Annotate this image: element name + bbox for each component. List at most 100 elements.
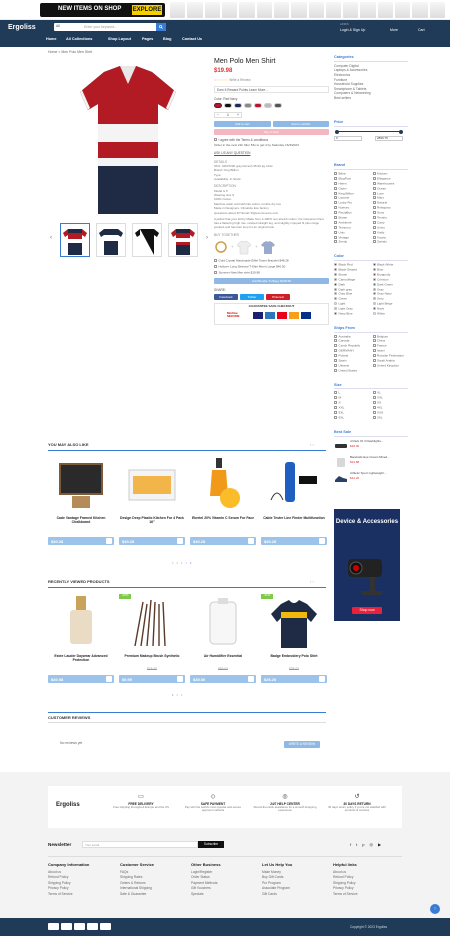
add-to-wishlist-button[interactable]: Add to wishlist [272, 120, 329, 127]
cart-icon[interactable] [106, 538, 112, 544]
share-facebook-button[interactable]: Facebook [214, 293, 238, 300]
swatch-light-gray[interactable] [264, 102, 272, 108]
product-main-image[interactable] [68, 62, 188, 218]
terms-checkbox[interactable] [214, 138, 217, 142]
category-link[interactable]: Best sellers [334, 96, 408, 101]
product-card[interactable]: -31% Badge Embroidery Polo Shirt $38.00 … [261, 593, 327, 690]
explore-button[interactable]: EXPLORE [132, 5, 162, 15]
buy-now-button[interactable]: Buy it Now [214, 128, 329, 135]
price-slider-max-handle[interactable] [399, 129, 403, 134]
product-card[interactable]: Cade Vantage Framed Kitchen Chalkboard $… [48, 456, 114, 552]
cart-button[interactable]: Cart [418, 28, 425, 32]
product-card[interactable]: Ekertel 20% Vitamin C Serum For Face $40… [190, 456, 256, 552]
brand-option[interactable]: Zeedy [334, 240, 370, 245]
share-twitter-button[interactable]: Twitter [240, 293, 264, 300]
search-input[interactable]: Enter your keyword... [84, 25, 117, 29]
twitter-icon[interactable]: t [356, 842, 357, 847]
price-to-input[interactable]: 2899.75 [375, 136, 403, 142]
product-card[interactable]: Air Humidifier Essential $59.00 $35.00 [190, 594, 256, 690]
qty-value[interactable]: 1 [227, 113, 229, 117]
carousel-arrows[interactable]: ‹ › [310, 579, 314, 584]
cart-icon[interactable] [177, 538, 183, 544]
cart-icon[interactable] [248, 676, 254, 682]
back-to-top-button[interactable]: ↑ [430, 904, 440, 914]
add-bundle-button[interactable]: Add Bundle To Bag | $108.66 [214, 278, 329, 285]
price-slider-min-handle[interactable] [335, 129, 339, 134]
ships-from-option[interactable]: United Kingdom [372, 363, 409, 369]
share-pinterest-button[interactable]: Pinterest [266, 293, 290, 300]
bundle-tshirt-image[interactable] [236, 239, 252, 255]
quantity-stepper[interactable]: − 1 + [214, 111, 242, 118]
bundle-item[interactable]: Hollow+ Long Sleeved T-Shirt Men's Large… [219, 264, 286, 268]
nav-home[interactable]: Home [46, 37, 57, 42]
carousel-arrows[interactable]: ‹ › [310, 442, 314, 447]
bundle-shirt-image[interactable] [260, 239, 276, 255]
bundle-item[interactable]: Summer New Men shirt $19.98 [219, 270, 260, 274]
swatch-dark-gray[interactable] [274, 102, 282, 108]
price-slider-track[interactable] [336, 131, 402, 133]
nav-blog[interactable]: Blog [163, 37, 171, 42]
cart-icon[interactable] [319, 676, 325, 682]
color-option[interactable]: White [372, 311, 409, 317]
cart-icon[interactable] [177, 676, 183, 682]
footer-logo[interactable]: Ergoliss [56, 802, 80, 810]
promo-strip[interactable]: NEW ITEMS ON SHOP EXPLORE [40, 3, 165, 17]
search-button[interactable] [156, 23, 166, 31]
footer-link[interactable]: Specials [191, 892, 257, 897]
instagram-icon[interactable]: ◎ [369, 842, 373, 847]
swatch-red[interactable] [254, 102, 262, 108]
swatch-red-navy[interactable] [214, 102, 222, 108]
facebook-icon[interactable]: f [350, 842, 351, 847]
best-sale-item[interactable]: Barebells Eye Cream Mixed... $24.88 [334, 455, 408, 469]
product-card[interactable]: Estee Lauder Daywear Advanced Protection… [48, 594, 114, 690]
brand-option[interactable]: Zwindo [372, 240, 409, 245]
nav-pages[interactable]: Pages [142, 37, 153, 42]
footer-link[interactable]: Terms of Service [333, 892, 399, 897]
terms-label[interactable]: I agree with the Terms & conditions [219, 138, 269, 142]
thumbnail-3[interactable] [132, 223, 162, 257]
carousel-dots[interactable]: • • • • • [172, 560, 192, 565]
login-link[interactable]: Login & Sign Up [340, 28, 365, 32]
thumbnail-4[interactable] [168, 223, 198, 257]
footer-link[interactable]: Terms of Service [48, 892, 114, 897]
search-category-select[interactable]: All [56, 24, 60, 28]
site-logo[interactable]: Ergoliss [8, 24, 36, 33]
footer-link[interactable]: Safe & Guarantee [120, 892, 186, 897]
size-option[interactable]: 3XL [372, 415, 409, 421]
thumbnail-2[interactable] [96, 223, 126, 257]
product-card[interactable]: -40% Premium Makeup Brush Synthetic $18.… [119, 593, 185, 690]
swatch-navy[interactable] [234, 102, 242, 108]
best-sale-item[interactable]: Athletic Sport Lightweight... $44.20 [334, 471, 408, 485]
bundle-item[interactable]: Gold Crystal Handmade Eiffel Tower Brace… [219, 258, 289, 262]
more-menu[interactable]: More [390, 28, 398, 32]
product-card[interactable]: Cable Tester Line Finder Multifunction $… [261, 456, 327, 552]
reward-points-note[interactable]: Earn 6 Reward Points Learn More... [214, 86, 329, 94]
best-sale-item[interactable]: 4 Pack Of 4 Flashlights... $28.00 [334, 439, 408, 453]
newsletter-email-input[interactable]: Your email [82, 841, 198, 848]
thumbnail-1[interactable] [60, 223, 90, 257]
breadcrumb[interactable]: Home > Men Polo Men Shirt [48, 50, 92, 54]
pinterest-icon[interactable]: p [362, 842, 364, 847]
device-accessories-ad[interactable]: Device & Accessories Shop now [334, 508, 400, 621]
promo-banner[interactable]: NEW ITEMS ON SHOP EXPLORE [0, 0, 450, 20]
cart-icon[interactable] [319, 538, 325, 544]
swatch-black[interactable] [224, 102, 232, 108]
nav-shop-layout[interactable]: Shop Layout [108, 37, 131, 42]
qty-minus[interactable]: − [217, 113, 219, 117]
qty-plus[interactable]: + [237, 113, 239, 117]
ad-shop-now-button[interactable]: Shop now [352, 606, 382, 614]
color-option[interactable]: Navy Blue [334, 311, 370, 317]
nav-contact[interactable]: Contact Us [182, 37, 202, 42]
cart-icon[interactable] [106, 676, 112, 682]
size-option[interactable]: 6XL [334, 415, 370, 421]
cart-icon[interactable] [248, 538, 254, 544]
subscribe-button[interactable]: Subscribe [198, 841, 224, 848]
nav-all-collections[interactable]: All Collections [66, 37, 92, 42]
add-to-cart-button[interactable]: Add to cart [214, 120, 271, 127]
youtube-icon[interactable]: ▶ [378, 842, 381, 847]
footer-link[interactable]: Gift Cards [262, 892, 328, 897]
swatch-gray[interactable] [244, 102, 252, 108]
product-card[interactable]: Design Deep Plastic Kitchen For 4 Pack 1… [119, 456, 185, 552]
write-review-button[interactable]: WRITE A REVIEW [284, 741, 320, 748]
search-bar[interactable]: All Enter your keyword... [54, 23, 166, 31]
